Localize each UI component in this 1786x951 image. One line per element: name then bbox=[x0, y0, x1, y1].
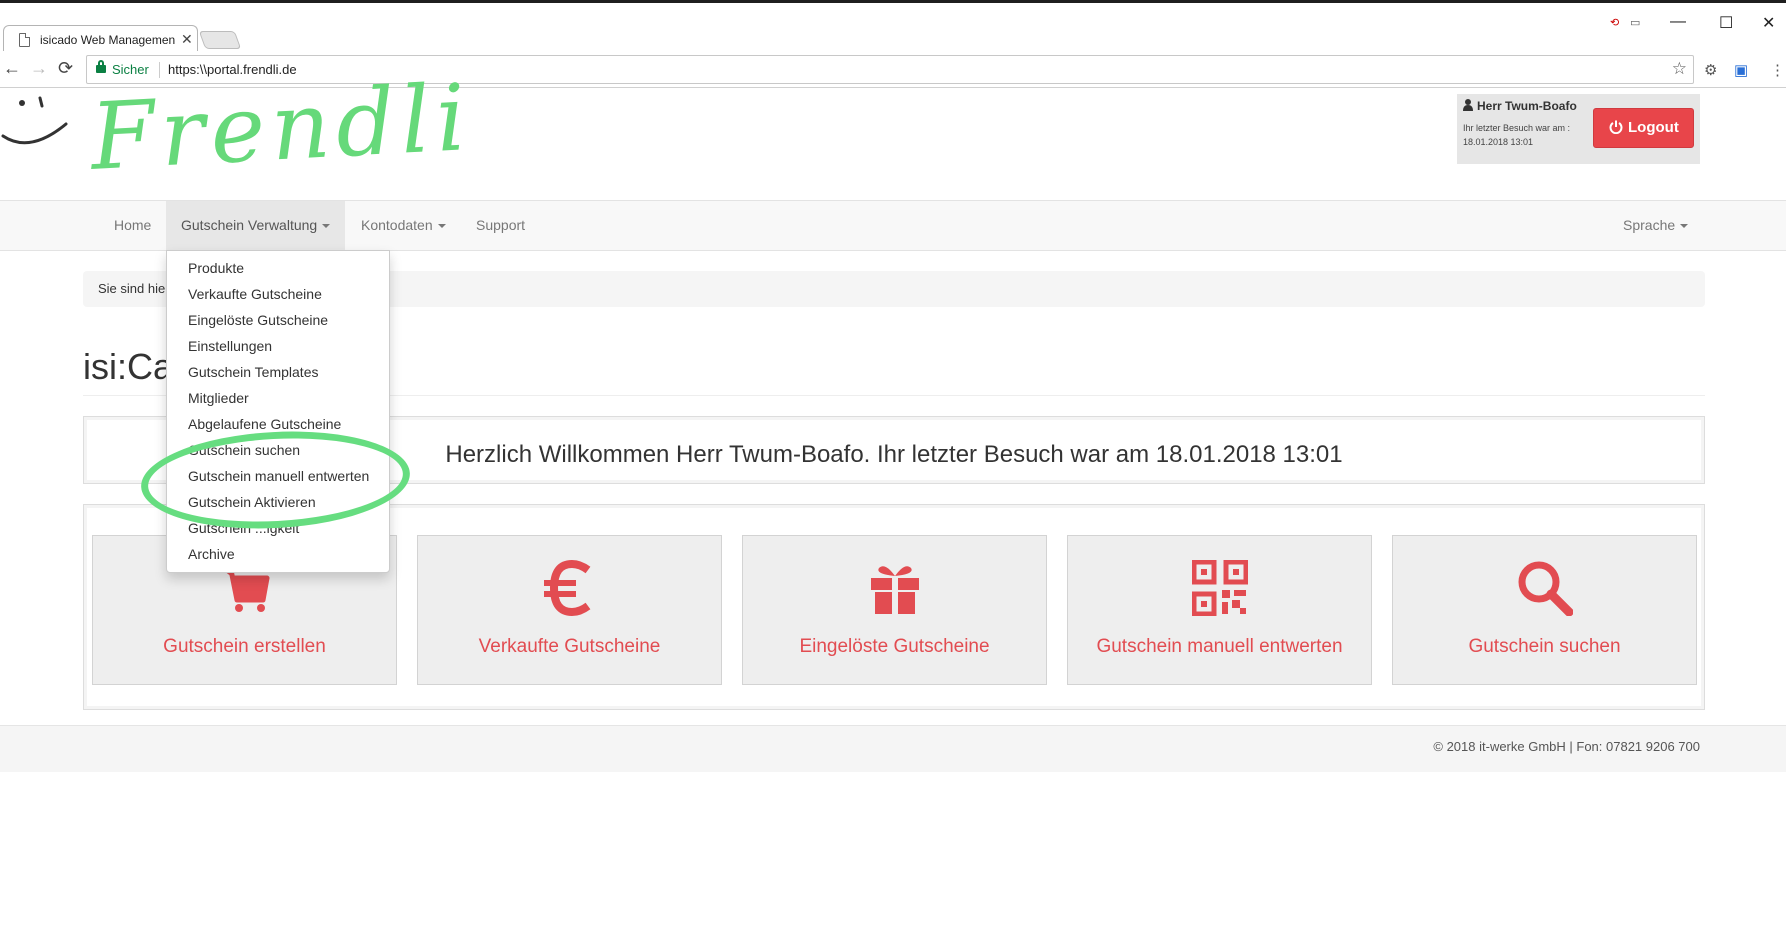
browser-menu-icon[interactable]: ⋮ bbox=[1770, 61, 1785, 79]
extension-icon[interactable]: ▣ bbox=[1734, 61, 1748, 79]
tile-label: Verkaufte Gutscheine bbox=[478, 636, 661, 657]
nav-kontodaten-label: Kontodaten bbox=[361, 217, 433, 233]
menu-item-abgelaufene-gutscheine[interactable]: Abgelaufene Gutscheine bbox=[188, 416, 341, 432]
close-window-button[interactable]: ✕ bbox=[1762, 13, 1775, 33]
minimize-button[interactable]: — bbox=[1670, 13, 1686, 31]
logout-button[interactable]: Logout bbox=[1593, 108, 1694, 148]
user-name: Herr Twum-Boafo bbox=[1477, 99, 1577, 113]
menu-item-gutschein-templates[interactable]: Gutschein Templates bbox=[188, 364, 318, 380]
main-navbar: Home Gutschein Verwaltung Kontodaten Sup… bbox=[0, 200, 1786, 251]
maximize-button[interactable]: ☐ bbox=[1719, 13, 1733, 33]
extension-icon[interactable]: ▭ bbox=[1630, 16, 1640, 29]
secure-label: Sicher bbox=[112, 62, 149, 77]
nav-gutschein-verwaltung[interactable]: Gutschein Verwaltung bbox=[166, 201, 346, 250]
menu-item-produkte[interactable]: Produkte bbox=[188, 260, 244, 276]
lock-icon bbox=[96, 60, 106, 73]
footer-text: © 2018 it-werke GmbH | Fon: 07821 9206 7… bbox=[1433, 739, 1700, 754]
nav-support-label: Support bbox=[476, 217, 526, 233]
menu-item-eingeloeste-gutscheine[interactable]: Eingelöste Gutscheine bbox=[188, 312, 328, 328]
browser-tabstrip: isicado Web Managemen ✕ ⟲ ▭ — ☐ ✕ bbox=[0, 0, 1786, 55]
caret-down-icon bbox=[322, 224, 331, 229]
tile-gutschein-manuell-entwerten[interactable]: Gutschein manuell entwerten bbox=[1067, 535, 1372, 685]
menu-item-verkaufte-gutscheine[interactable]: Verkaufte Gutscheine bbox=[188, 286, 322, 302]
tile-label: Gutschein manuell entwerten bbox=[1096, 636, 1343, 657]
new-tab-button[interactable] bbox=[198, 31, 242, 49]
tile-label: Eingelöste Gutscheine bbox=[799, 636, 990, 657]
forward-icon[interactable]: → bbox=[30, 58, 48, 79]
divider bbox=[159, 62, 160, 78]
bookmark-star-icon[interactable]: ☆ bbox=[1672, 59, 1687, 79]
user-icon bbox=[1463, 99, 1473, 111]
tile-gutschein-suchen[interactable]: Gutschein suchen bbox=[1392, 535, 1697, 685]
tile-label: Gutschein erstellen bbox=[163, 636, 326, 657]
tile-label: Gutschein suchen bbox=[1468, 636, 1621, 657]
euro-icon bbox=[543, 560, 590, 616]
user-panel: Herr Twum-Boafo Ihr letzter Besuch war a… bbox=[1457, 94, 1700, 164]
last-visit-text: Ihr letzter Besuch war am : 18.01.2018 1… bbox=[1463, 123, 1571, 147]
tile-verkaufte-gutscheine[interactable]: Verkaufte Gutscheine bbox=[417, 535, 722, 685]
tile-eingeloeste-gutscheine[interactable]: Eingelöste Gutscheine bbox=[742, 535, 1047, 685]
smiley-logo-icon bbox=[1, 96, 68, 145]
nav-language-label: Sprache bbox=[1623, 217, 1676, 233]
menu-item-einstellungen[interactable]: Einstellungen bbox=[188, 338, 272, 354]
page-icon bbox=[19, 33, 30, 47]
breadcrumb-text: Sie sind hie bbox=[98, 281, 166, 296]
nav-home[interactable]: Home bbox=[99, 201, 166, 250]
brand-logo-text: Frendli bbox=[88, 64, 475, 191]
nav-support[interactable]: Support bbox=[461, 201, 540, 250]
reload-icon[interactable]: ⟳ bbox=[58, 58, 73, 79]
nav-kontodaten[interactable]: Kontodaten bbox=[346, 201, 461, 250]
tab-title: isicado Web Managemen bbox=[40, 33, 175, 47]
gift-icon bbox=[870, 566, 919, 614]
back-icon[interactable]: ← bbox=[3, 58, 21, 79]
nav-home-label: Home bbox=[114, 217, 152, 233]
nav-language[interactable]: Sprache bbox=[1608, 201, 1703, 250]
qrcode-icon bbox=[1191, 560, 1248, 616]
search-icon bbox=[1518, 561, 1573, 616]
caret-down-icon bbox=[1680, 224, 1689, 229]
caret-down-icon bbox=[437, 224, 446, 229]
extension-icon[interactable]: ⟲ bbox=[1610, 16, 1619, 29]
nav-gutschein-verwaltung-label: Gutschein Verwaltung bbox=[181, 217, 318, 233]
tab-close-icon[interactable]: ✕ bbox=[181, 31, 193, 48]
page-title: isi:Ca bbox=[83, 346, 174, 387]
extension-gear-icon[interactable]: ⚙ bbox=[1704, 61, 1717, 79]
menu-item-archive[interactable]: Archive bbox=[188, 546, 235, 562]
footer: © 2018 it-werke GmbH | Fon: 07821 9206 7… bbox=[0, 725, 1786, 772]
menu-item-mitglieder[interactable]: Mitglieder bbox=[188, 390, 249, 406]
logout-label: Logout bbox=[1628, 119, 1679, 136]
power-icon bbox=[1609, 120, 1623, 134]
